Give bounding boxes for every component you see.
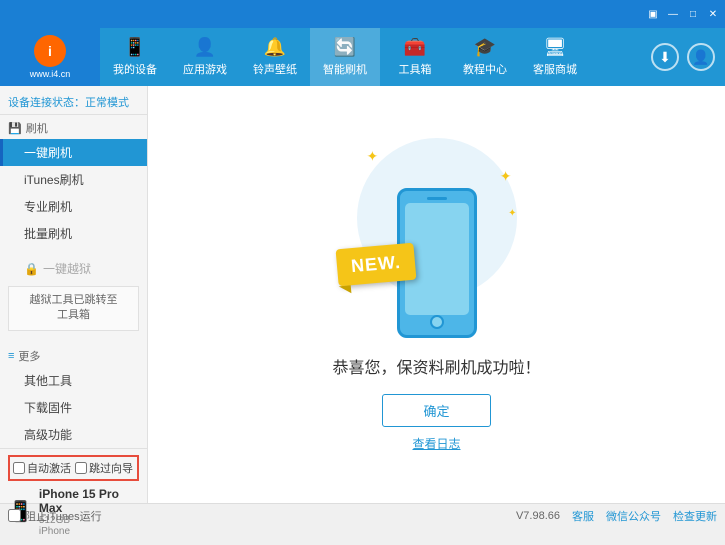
content-area: NEW. ✦ ✦ ✦ 恭喜您，保资料刷机成功啦！ 确定 查看日志 bbox=[148, 86, 725, 503]
version-label: V7.98.66 bbox=[516, 510, 560, 522]
confirm-button[interactable]: 确定 bbox=[382, 394, 490, 427]
sidebar-bottom: 自动激活 跳过向导 📱 iPhone 15 Pro Max 512GB iPho… bbox=[0, 448, 147, 545]
phone-home-button bbox=[430, 315, 444, 329]
auto-guide-checkbox[interactable] bbox=[75, 462, 87, 474]
top-bar: ▣ — □ ✕ bbox=[0, 0, 725, 28]
sidebar-advanced[interactable]: 高级功能 bbox=[0, 421, 147, 448]
ringtone-icon: 🔔 bbox=[264, 37, 286, 58]
status-label: 设备连接状态： bbox=[8, 97, 85, 109]
stop-itunes-checkbox[interactable] bbox=[8, 509, 21, 522]
nav-tutorials-label: 教程中心 bbox=[463, 61, 507, 77]
device-type: iPhone bbox=[39, 526, 139, 537]
more-section-title: ≡ 更多 bbox=[0, 343, 147, 367]
auto-activate-label: 自动激活 bbox=[27, 460, 71, 476]
nav-my-device-label: 我的设备 bbox=[113, 61, 157, 77]
nav-ringtone-label: 铃声壁纸 bbox=[253, 61, 297, 77]
nav-app-games-label: 应用游戏 bbox=[183, 61, 227, 77]
more-section-label: 更多 bbox=[18, 348, 40, 364]
flash-section-label: 刷机 bbox=[26, 120, 48, 136]
app-games-icon: 👤 bbox=[194, 37, 216, 58]
sidebar-batch-flash[interactable]: 批量刷机 bbox=[0, 220, 147, 247]
bottom-right: V7.98.66 客服 微信公众号 检查更新 bbox=[516, 508, 717, 524]
wechat-public-link[interactable]: 微信公众号 bbox=[606, 508, 661, 524]
success-title: 恭喜您，保资料刷机成功啦！ bbox=[332, 354, 540, 378]
bottom-left: 阻止iTunes运行 bbox=[8, 508, 102, 524]
main-layout: 设备连接状态：正常模式 💾 刷机 一键刷机 iTunes刷机 专业刷机 批量刷机… bbox=[0, 86, 725, 503]
smart-flash-icon: 🔄 bbox=[334, 37, 356, 58]
lock-icon: 🔒 bbox=[24, 262, 39, 276]
toolbox-notice: 越狱工具已跳转至工具箱 bbox=[8, 286, 139, 331]
nav-smart-flash-label: 智能刷机 bbox=[323, 61, 367, 77]
sidebar-other-tools[interactable]: 其他工具 bbox=[0, 367, 147, 394]
header: i www.i4.cn 📱 我的设备 👤 应用游戏 🔔 铃声壁纸 🔄 智能刷机 … bbox=[0, 28, 725, 86]
nav-ringtone[interactable]: 🔔 铃声壁纸 bbox=[240, 28, 310, 86]
sidebar: 设备连接状态：正常模式 💾 刷机 一键刷机 iTunes刷机 专业刷机 批量刷机… bbox=[0, 86, 148, 503]
window-controls[interactable]: ▣ — □ ✕ bbox=[645, 6, 721, 22]
view-log-link[interactable]: 查看日志 bbox=[412, 435, 460, 452]
auto-activate-option[interactable]: 自动激活 bbox=[13, 460, 71, 476]
customer-service-link[interactable]: 客服 bbox=[572, 508, 594, 524]
success-graphic: NEW. ✦ ✦ ✦ bbox=[347, 138, 527, 338]
auto-guide-label: 跳过向导 bbox=[89, 460, 133, 476]
star-icon-1: ✦ bbox=[367, 148, 379, 165]
nav-app-games[interactable]: 👤 应用游戏 bbox=[170, 28, 240, 86]
sidebar-download-firmware[interactable]: 下载固件 bbox=[0, 394, 147, 421]
nav-toolbox[interactable]: 🧰 工具箱 bbox=[380, 28, 450, 86]
star-icon-2: ✦ bbox=[500, 168, 512, 185]
tutorials-icon: 🎓 bbox=[474, 37, 496, 58]
header-right: ⬇ 👤 bbox=[651, 43, 725, 71]
nav-service-label: 客服商城 bbox=[533, 61, 577, 77]
minimize-icon[interactable]: ▣ bbox=[645, 6, 661, 22]
nav-toolbox-label: 工具箱 bbox=[399, 61, 432, 77]
toolbox-icon: 🧰 bbox=[404, 37, 426, 58]
status-value: 正常模式 bbox=[85, 97, 129, 109]
nav-smart-flash[interactable]: 🔄 智能刷机 bbox=[310, 28, 380, 86]
more-section-icon: ≡ bbox=[8, 350, 14, 362]
phone-speaker bbox=[427, 197, 447, 200]
logo-icon: i bbox=[34, 35, 66, 67]
logo-area: i www.i4.cn bbox=[0, 28, 100, 86]
star-icon-3: ✦ bbox=[508, 208, 516, 219]
service-icon: 🖥 bbox=[544, 37, 567, 58]
download-btn[interactable]: ⬇ bbox=[651, 43, 679, 71]
my-device-icon: 📱 bbox=[124, 37, 146, 58]
maximize-icon[interactable]: □ bbox=[685, 6, 701, 22]
sidebar-one-key-flash[interactable]: 一键刷机 bbox=[0, 139, 147, 166]
nav-items: 📱 我的设备 👤 应用游戏 🔔 铃声壁纸 🔄 智能刷机 🧰 工具箱 🎓 教程中心… bbox=[100, 28, 651, 86]
logo-subtitle: www.i4.cn bbox=[30, 69, 71, 79]
flash-section-icon: 💾 bbox=[8, 122, 22, 135]
auto-activate-checkbox[interactable] bbox=[13, 462, 25, 474]
check-update-link[interactable]: 检查更新 bbox=[673, 508, 717, 524]
status-bar: 设备连接状态：正常模式 bbox=[0, 90, 147, 115]
sidebar-one-key-jailbreak: 🔒 一键越狱 bbox=[0, 255, 147, 282]
auto-options-box: 自动激活 跳过向导 bbox=[8, 455, 139, 481]
close-icon[interactable]: ✕ bbox=[705, 6, 721, 22]
flash-section-title: 💾 刷机 bbox=[0, 115, 147, 139]
stop-itunes-label: 阻止iTunes运行 bbox=[25, 508, 102, 524]
nav-service[interactable]: 🖥 客服商城 bbox=[520, 28, 590, 86]
sidebar-pro-flash[interactable]: 专业刷机 bbox=[0, 193, 147, 220]
nav-tutorials[interactable]: 🎓 教程中心 bbox=[450, 28, 520, 86]
new-badge: NEW. bbox=[335, 242, 416, 286]
sidebar-itunes-flash[interactable]: iTunes刷机 bbox=[0, 166, 147, 193]
auto-guide-option[interactable]: 跳过向导 bbox=[75, 460, 133, 476]
nav-my-device[interactable]: 📱 我的设备 bbox=[100, 28, 170, 86]
restore-icon[interactable]: — bbox=[665, 6, 681, 22]
user-btn[interactable]: 👤 bbox=[687, 43, 715, 71]
